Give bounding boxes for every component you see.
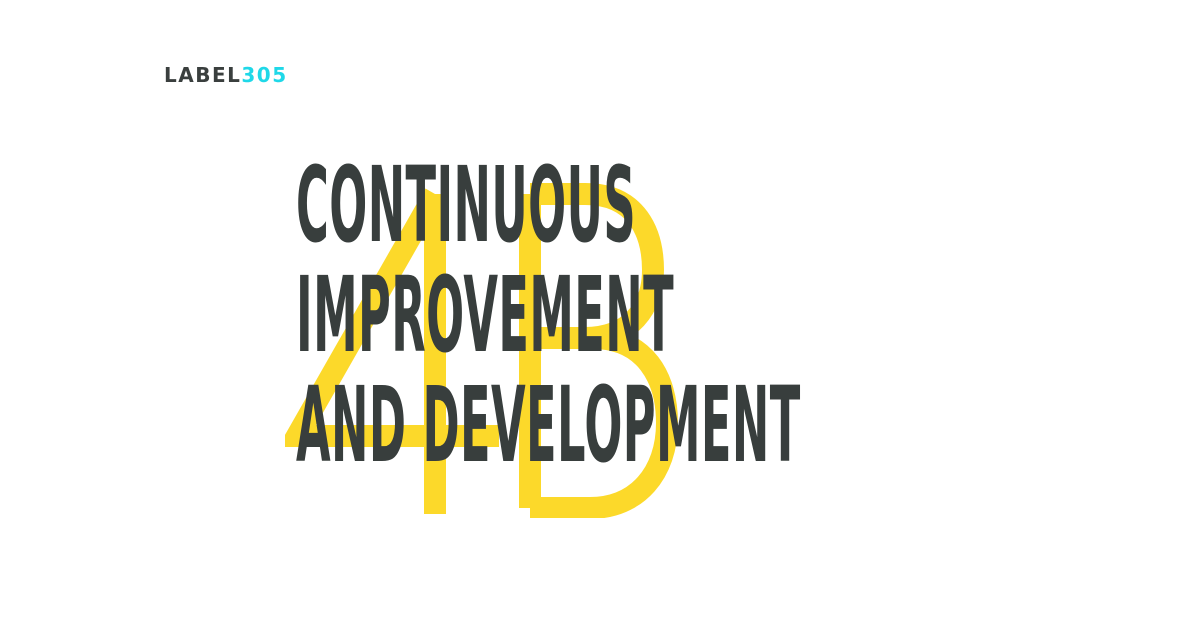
logo-wordmark: LABEL (164, 63, 242, 87)
headline-line-1: CONTINUOUS (296, 144, 636, 266)
headline-line-3: AND DEVELOPMENT (296, 364, 801, 486)
headline: CONTINUOUS IMPROVEMENT AND DEVELOPMENT (296, 150, 1200, 480)
brand-logo[interactable]: LABEL305 (164, 62, 288, 88)
logo-number: 305 (241, 63, 288, 87)
social-card: LABEL305 CONTINUOUS IMPROVEMENT AND DEVE… (0, 0, 1200, 630)
headline-line-2: IMPROVEMENT (296, 254, 675, 376)
